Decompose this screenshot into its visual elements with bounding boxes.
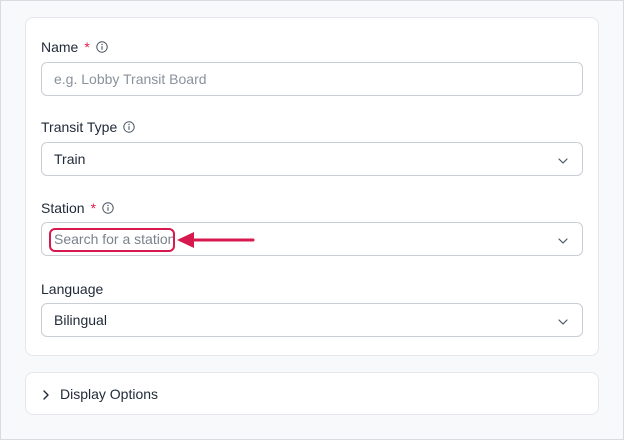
name-label-text: Name: [41, 39, 79, 55]
display-options-title: Display Options: [60, 385, 159, 402]
name-placeholder: e.g. Lobby Transit Board: [54, 71, 207, 87]
annotation-highlight-box: [49, 228, 175, 252]
required-marker: *: [90, 200, 97, 216]
chevron-down-icon: [557, 315, 569, 327]
display-options-toggle[interactable]: Display Options: [25, 372, 599, 415]
transit-type-label: Transit Type: [41, 118, 135, 136]
language-label-text: Language: [41, 281, 104, 297]
transit-type-value: Train: [54, 151, 86, 167]
chevron-right-icon: [40, 388, 52, 400]
chevron-down-icon: [557, 234, 569, 246]
transit-type-select[interactable]: Train: [41, 142, 583, 176]
annotation-arrow-icon: [177, 232, 255, 248]
info-icon[interactable]: [123, 121, 135, 133]
language-select[interactable]: Bilingual: [41, 303, 583, 337]
name-input[interactable]: e.g. Lobby Transit Board: [41, 62, 583, 96]
name-label: Name *: [41, 38, 108, 56]
required-marker: *: [84, 39, 90, 55]
station-label: Station *: [41, 199, 114, 217]
chevron-down-icon: [557, 154, 569, 166]
language-value: Bilingual: [54, 312, 107, 328]
info-icon[interactable]: [96, 41, 108, 53]
info-icon[interactable]: [102, 202, 114, 214]
language-label: Language: [41, 280, 103, 298]
station-label-text: Station: [41, 200, 85, 216]
transit-type-label-text: Transit Type: [41, 119, 118, 135]
